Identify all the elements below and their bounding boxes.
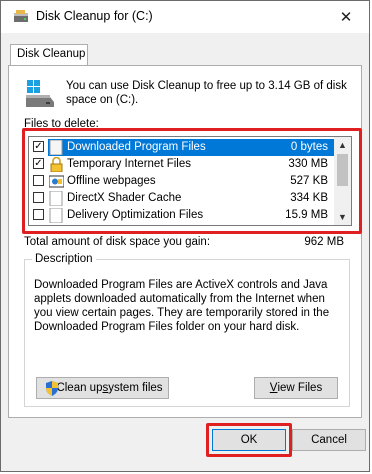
total-space-value: 962 MB	[304, 236, 344, 248]
view-files-button[interactable]: View Files	[254, 377, 338, 399]
close-button[interactable]: ✕	[323, 1, 369, 32]
close-icon: ✕	[339, 8, 353, 26]
ok-button-highlight	[206, 423, 292, 457]
cleanup-label-pre: Clean up	[56, 382, 103, 394]
tab-disk-cleanup[interactable]: Disk Cleanup	[10, 44, 88, 66]
cancel-button[interactable]: Cancel	[292, 429, 366, 451]
view-label-post: iew Files	[277, 382, 323, 394]
disk-drive-icon	[26, 80, 54, 107]
uac-shield-icon	[46, 381, 58, 396]
clean-up-system-files-button[interactable]: Clean up s ystem files	[36, 377, 169, 399]
description-text: Downloaded Program Files are ActiveX con…	[34, 279, 330, 333]
info-text: You can use Disk Cleanup to free up to 3…	[66, 80, 347, 106]
window-title: Disk Cleanup for (C:)	[36, 9, 153, 23]
title-bar: Disk Cleanup for (C:) ✕	[1, 1, 369, 33]
disk-cleanup-app-icon	[14, 10, 28, 22]
description-legend: Description	[32, 253, 96, 265]
cleanup-label-post: ystem files	[108, 382, 163, 394]
files-list-highlight	[22, 128, 362, 234]
view-label-access-key: V	[269, 382, 278, 394]
total-space-label: Total amount of disk space you gain:	[24, 236, 211, 248]
